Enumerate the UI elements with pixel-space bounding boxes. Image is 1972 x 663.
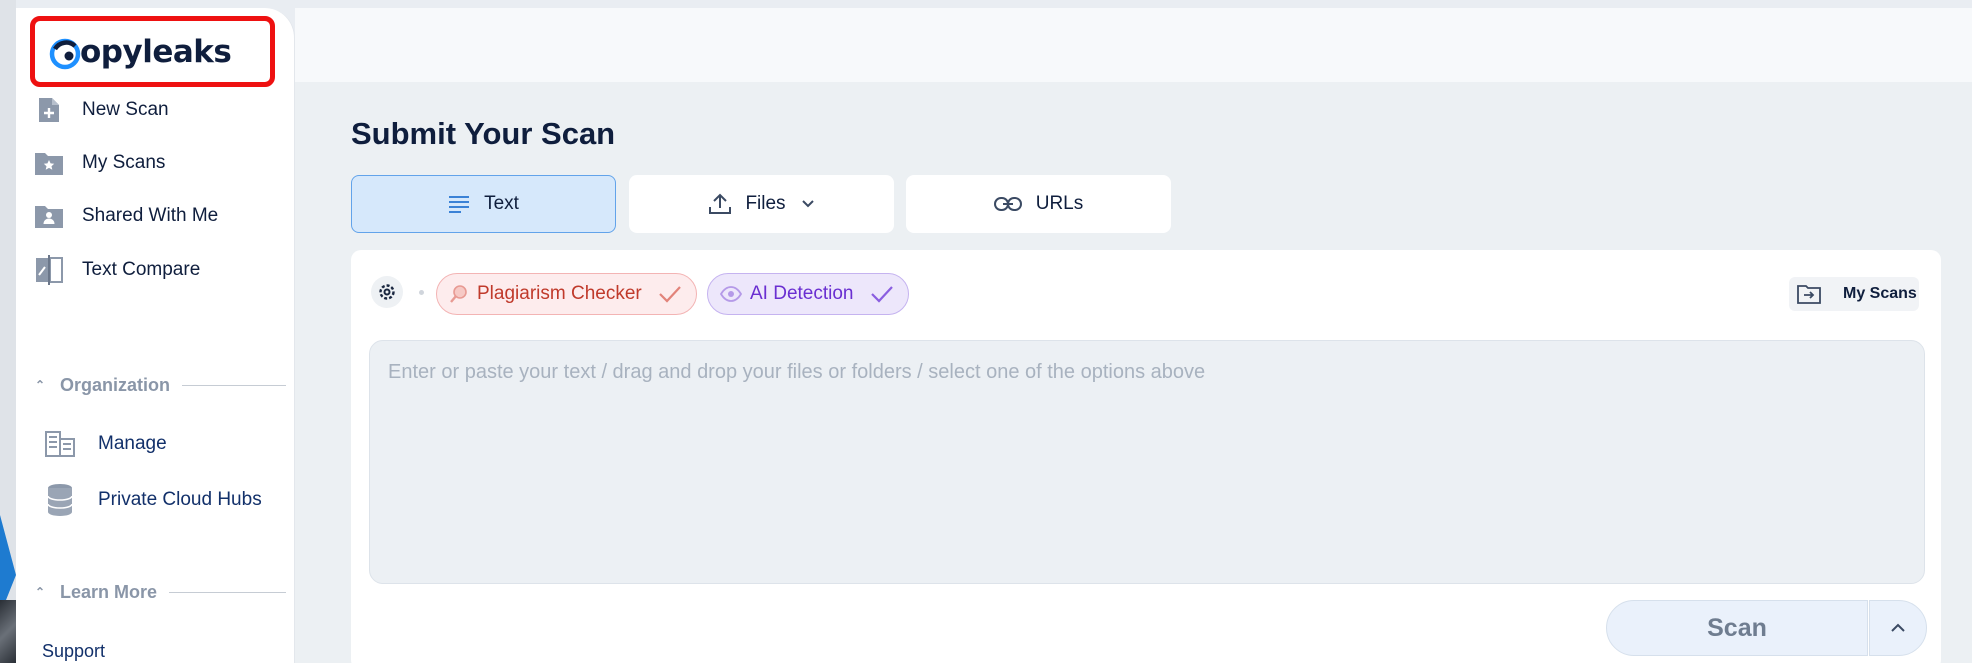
chevron-up-icon: ⌃ (34, 585, 46, 599)
tab-label: Text (484, 193, 519, 214)
logo-wordmark: opyleaks (80, 33, 232, 70)
checkmark-icon (870, 285, 894, 303)
magnifier-icon (449, 284, 469, 304)
separator-dot (419, 290, 424, 295)
sidebar-item-label: New Scan (82, 99, 169, 120)
sidebar-item-manage[interactable]: Manage (44, 424, 167, 464)
sidebar-item-label: Private Cloud Hubs (98, 489, 262, 510)
section-label: Learn More (60, 581, 158, 602)
text-lines-icon (448, 194, 470, 214)
folder-star-icon (34, 148, 64, 178)
sidebar-item-new-scan[interactable]: New Scan (34, 90, 169, 130)
section-learn-more[interactable]: ⌃ Learn More (32, 580, 292, 604)
scan-options-button[interactable] (1869, 600, 1927, 656)
section-organization[interactable]: ⌃ Organization (32, 373, 292, 397)
chip-label: Plagiarism Checker (477, 283, 642, 304)
scan-button[interactable]: Scan (1606, 600, 1868, 656)
upload-icon (709, 193, 732, 215)
tab-label: Files (745, 193, 786, 214)
ai-detection-chip[interactable]: AI Detection (707, 273, 909, 315)
section-label: Organization (60, 374, 171, 395)
section-divider (169, 591, 286, 593)
left-edge-dark-accent (0, 600, 16, 663)
chevron-down-icon (801, 200, 814, 208)
tab-label: URLs (1035, 193, 1084, 214)
chip-label: AI Detection (750, 283, 854, 304)
sidebar-item-label: Text Compare (82, 259, 201, 280)
tab-urls[interactable]: URLs (906, 175, 1171, 233)
compare-icon (34, 255, 64, 285)
sidebar-item-label: My Scans (82, 152, 166, 173)
copyleaks-logo[interactable]: opyleaks (49, 33, 232, 70)
plagiarism-checker-chip[interactable]: Plagiarism Checker (436, 273, 697, 315)
main-content: Submit Your Scan Text Files URLs Plagiar (295, 82, 1972, 663)
sidebar-item-private-cloud-hubs[interactable]: Private Cloud Hubs (44, 480, 262, 520)
folder-user-icon (34, 201, 64, 231)
logo-highlight-box: opyleaks (30, 16, 275, 87)
my-scans-label: My Scans (1843, 285, 1917, 302)
eye-icon (720, 286, 742, 302)
manage-icon (44, 427, 76, 461)
link-icon (993, 196, 1022, 212)
my-scans-button[interactable]: My Scans (1789, 277, 1919, 311)
sidebar-item-label: Shared With Me (82, 205, 219, 226)
tab-files[interactable]: Files (629, 175, 894, 233)
sidebar-item-label: Manage (98, 433, 167, 454)
sidebar-item-shared-with-me[interactable]: Shared With Me (34, 196, 218, 236)
scan-text-input[interactable] (369, 340, 1925, 584)
sidebar: opyleaks New Scan My Scans Shared With M… (16, 8, 295, 663)
support-link[interactable]: Support (42, 641, 105, 662)
new-scan-icon (34, 95, 64, 125)
tab-text[interactable]: Text (351, 175, 616, 233)
page-title: Submit Your Scan (351, 116, 616, 151)
section-divider (182, 384, 286, 386)
chevron-up-icon (1891, 619, 1905, 637)
sidebar-item-text-compare[interactable]: Text Compare (34, 250, 200, 290)
settings-gear-icon[interactable] (371, 276, 403, 308)
sidebar-item-my-scans[interactable]: My Scans (34, 143, 165, 183)
chevron-up-icon: ⌃ (34, 378, 46, 392)
database-icon (44, 483, 76, 517)
checkmark-icon (658, 285, 682, 303)
folder-import-icon (1789, 284, 1829, 304)
logo-c-icon (49, 37, 81, 69)
scan-panel: Plagiarism Checker AI Detection My Scans… (351, 250, 1941, 663)
top-header (295, 8, 1972, 82)
